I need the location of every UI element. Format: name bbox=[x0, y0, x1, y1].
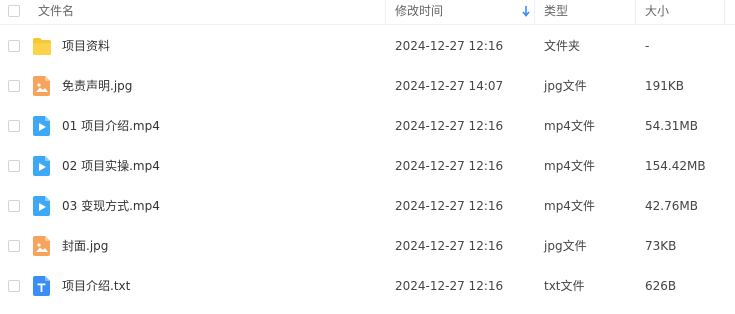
file-name[interactable]: 项目介绍.txt bbox=[62, 266, 130, 306]
row-checkbox[interactable] bbox=[8, 120, 20, 132]
folder-icon bbox=[33, 38, 51, 55]
image-file-icon bbox=[33, 76, 50, 96]
file-type: 文件夹 bbox=[544, 39, 581, 53]
file-row[interactable]: 项目资料 2024-12-27 12:16 文件夹 - bbox=[0, 26, 735, 66]
column-divider[interactable] bbox=[385, 0, 386, 24]
file-modified-date: 2024-12-27 12:16 bbox=[395, 159, 504, 173]
file-size: - bbox=[645, 39, 650, 53]
file-name[interactable]: 封面.jpg bbox=[62, 226, 108, 266]
file-modified-date: 2024-12-27 12:16 bbox=[395, 119, 504, 133]
file-row[interactable]: 03 变现方式.mp4 2024-12-27 12:16 mp4文件 42.76… bbox=[0, 186, 735, 226]
row-checkbox[interactable] bbox=[8, 280, 20, 292]
row-checkbox[interactable] bbox=[8, 160, 20, 172]
file-modified-date: 2024-12-27 12:16 bbox=[395, 39, 504, 53]
file-modified-date: 2024-12-27 12:16 bbox=[395, 239, 504, 253]
sort-descending-icon[interactable] bbox=[521, 4, 531, 18]
file-type: mp4文件 bbox=[544, 159, 595, 173]
video-file-icon bbox=[33, 116, 50, 136]
file-modified-date: 2024-12-27 12:16 bbox=[395, 199, 504, 213]
file-type: mp4文件 bbox=[544, 119, 595, 133]
column-divider[interactable] bbox=[534, 0, 535, 24]
file-row[interactable]: 免责声明.jpg 2024-12-27 14:07 jpg文件 191KB bbox=[0, 66, 735, 106]
column-header-type[interactable]: 类型 bbox=[544, 0, 568, 24]
file-size: 73KB bbox=[645, 239, 677, 253]
file-row[interactable]: 01 项目介绍.mp4 2024-12-27 12:16 mp4文件 54.31… bbox=[0, 106, 735, 146]
file-size: 154.42MB bbox=[645, 159, 706, 173]
row-checkbox[interactable] bbox=[8, 80, 20, 92]
file-list-header: 文件名 修改时间 类型 大小 bbox=[0, 0, 735, 25]
row-checkbox[interactable] bbox=[8, 240, 20, 252]
file-name[interactable]: 项目资料 bbox=[62, 26, 110, 66]
file-type: jpg文件 bbox=[544, 79, 587, 93]
text-file-icon bbox=[33, 276, 50, 296]
file-size: 626B bbox=[645, 279, 677, 293]
file-type: mp4文件 bbox=[544, 199, 595, 213]
file-name[interactable]: 01 项目介绍.mp4 bbox=[62, 106, 160, 146]
file-type: txt文件 bbox=[544, 279, 585, 293]
file-size: 191KB bbox=[645, 79, 685, 93]
column-header-modified[interactable]: 修改时间 bbox=[395, 0, 443, 24]
video-file-icon bbox=[33, 196, 50, 216]
file-modified-date: 2024-12-27 14:07 bbox=[395, 79, 504, 93]
row-checkbox[interactable] bbox=[8, 200, 20, 212]
file-name[interactable]: 02 项目实操.mp4 bbox=[62, 146, 160, 186]
select-all-checkbox[interactable] bbox=[8, 5, 20, 17]
file-row[interactable]: 02 项目实操.mp4 2024-12-27 12:16 mp4文件 154.4… bbox=[0, 146, 735, 186]
file-modified-date: 2024-12-27 12:16 bbox=[395, 279, 504, 293]
file-type: jpg文件 bbox=[544, 239, 587, 253]
row-checkbox[interactable] bbox=[8, 40, 20, 52]
column-divider[interactable] bbox=[724, 0, 725, 24]
file-name[interactable]: 03 变现方式.mp4 bbox=[62, 186, 160, 226]
file-name[interactable]: 免责声明.jpg bbox=[62, 66, 132, 106]
column-divider[interactable] bbox=[635, 0, 636, 24]
column-header-size[interactable]: 大小 bbox=[645, 0, 669, 24]
video-file-icon bbox=[33, 156, 50, 176]
file-size: 54.31MB bbox=[645, 119, 698, 133]
image-file-icon bbox=[33, 236, 50, 256]
column-header-name[interactable]: 文件名 bbox=[38, 0, 74, 24]
file-row[interactable]: 项目介绍.txt 2024-12-27 12:16 txt文件 626B bbox=[0, 266, 735, 306]
file-size: 42.76MB bbox=[645, 199, 698, 213]
file-row[interactable]: 封面.jpg 2024-12-27 12:16 jpg文件 73KB bbox=[0, 226, 735, 266]
